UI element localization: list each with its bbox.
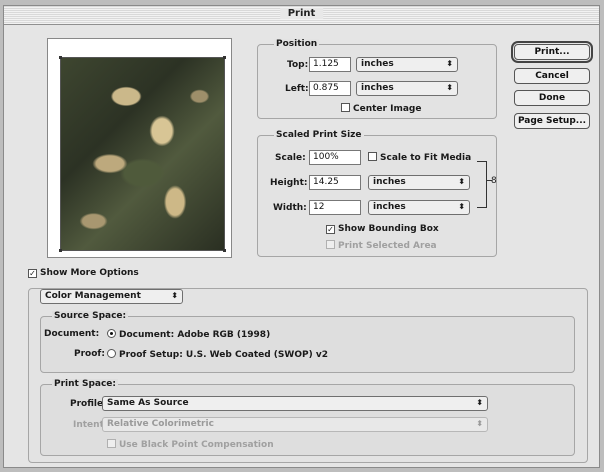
- center-image-check[interactable]: [341, 103, 350, 112]
- scaled-print-size-title: Scaled Print Size: [274, 130, 364, 140]
- popup-arrow-icon: ⬍: [446, 59, 453, 68]
- show-bounding-box-checkbox[interactable]: ✓ Show Bounding Box: [326, 224, 439, 234]
- top-field[interactable]: 1.125: [309, 57, 351, 72]
- proof-radio-button[interactable]: [107, 349, 116, 358]
- width-label: Width:: [273, 203, 307, 213]
- title-bar[interactable]: Print: [4, 6, 599, 25]
- left-unit-popup[interactable]: inches ⬍: [356, 81, 458, 96]
- popup-arrow-icon: ⬍: [476, 419, 483, 428]
- bounding-box-handle-top-right[interactable]: [223, 56, 226, 59]
- print-selected-area-check: [326, 240, 335, 249]
- top-unit-value: inches: [361, 59, 394, 69]
- scale-to-fit-checkbox[interactable]: Scale to Fit Media: [368, 152, 471, 163]
- show-more-options-label: Show More Options: [40, 268, 139, 278]
- height-field[interactable]: 14.25: [309, 175, 361, 190]
- height-unit-value: inches: [373, 177, 406, 187]
- black-point-checkbox: Use Black Point Compensation: [107, 439, 274, 450]
- scale-to-fit-label: Scale to Fit Media: [380, 153, 472, 163]
- proof-option-label: Proof Setup: U.S. Web Coated (SWOP) v2: [119, 350, 328, 360]
- proof-label: Proof:: [74, 349, 105, 359]
- width-field[interactable]: 12: [309, 200, 361, 215]
- preview-image[interactable]: [59, 56, 226, 252]
- proof-radio[interactable]: Proof Setup: U.S. Web Coated (SWOP) v2: [107, 349, 328, 360]
- left-label: Left:: [285, 84, 309, 94]
- source-space-title: Source Space:: [52, 311, 129, 321]
- width-unit-value: inches: [373, 202, 406, 212]
- scale-label: Scale:: [275, 153, 306, 163]
- black-point-label: Use Black Point Compensation: [119, 440, 274, 450]
- radio-selected-dot: [110, 332, 113, 335]
- print-dialog: Print Position Top: 1.125 inches ⬍ Left:…: [3, 5, 600, 468]
- position-title: Position: [274, 39, 320, 49]
- page-setup-button[interactable]: Page Setup...: [514, 113, 590, 129]
- print-button[interactable]: Print...: [514, 44, 590, 60]
- done-button[interactable]: Done: [514, 90, 590, 106]
- bounding-box-handle-bottom-right[interactable]: [223, 249, 226, 252]
- profile-value: Same As Source: [107, 398, 189, 408]
- top-label: Top:: [287, 60, 309, 70]
- bounding-box-handle-bottom-left[interactable]: [59, 249, 62, 252]
- document-radio[interactable]: Document: Adobe RGB (1998): [107, 329, 270, 340]
- left-unit-value: inches: [361, 83, 394, 93]
- popup-arrow-icon: ⬍: [458, 177, 465, 186]
- height-unit-popup[interactable]: inches ⬍: [368, 175, 470, 190]
- intent-popup: Relative Colorimetric ⬍: [102, 417, 488, 432]
- top-unit-popup[interactable]: inches ⬍: [356, 57, 458, 72]
- left-field[interactable]: 0.875: [309, 81, 351, 96]
- popup-arrow-icon: ⬍: [458, 202, 465, 211]
- width-unit-popup[interactable]: inches ⬍: [368, 200, 470, 215]
- cancel-button[interactable]: Cancel: [514, 68, 590, 84]
- show-bounding-box-label: Show Bounding Box: [338, 224, 439, 234]
- document-radio-button[interactable]: [107, 329, 116, 338]
- document-option-label: Document: Adobe RGB (1998): [119, 330, 271, 340]
- show-more-options-checkbox[interactable]: ✓ Show More Options: [28, 268, 139, 278]
- constrain-proportions-bracket: [477, 161, 487, 208]
- popup-arrow-icon: ⬍: [476, 398, 483, 407]
- print-preview: [47, 38, 232, 258]
- popup-arrow-icon: ⬍: [446, 83, 453, 92]
- print-space-title: Print Space:: [52, 379, 118, 389]
- show-bounding-box-check[interactable]: ✓: [326, 225, 335, 234]
- height-label: Height:: [270, 178, 308, 188]
- scale-field[interactable]: 100%: [309, 150, 361, 165]
- profile-popup[interactable]: Same As Source ⬍: [102, 396, 488, 411]
- source-space-group: [40, 316, 575, 373]
- print-selected-area-label: Print Selected Area: [338, 241, 437, 251]
- black-point-check: [107, 439, 116, 448]
- scale-to-fit-check[interactable]: [368, 152, 377, 161]
- options-section-value: Color Management: [45, 291, 141, 301]
- options-section-popup[interactable]: Color Management ⬍: [40, 289, 183, 304]
- center-image-label: Center Image: [353, 104, 422, 114]
- link-icon: 8: [491, 176, 497, 186]
- print-selected-area-checkbox: Print Selected Area: [326, 240, 437, 251]
- bounding-box-handle-top-left[interactable]: [59, 56, 62, 59]
- center-image-checkbox[interactable]: Center Image: [341, 103, 421, 114]
- window-title: Print: [279, 8, 324, 19]
- show-more-options-check[interactable]: ✓: [28, 269, 37, 278]
- popup-arrow-icon: ⬍: [171, 291, 178, 300]
- document-label: Document:: [44, 329, 100, 339]
- intent-value: Relative Colorimetric: [107, 419, 214, 429]
